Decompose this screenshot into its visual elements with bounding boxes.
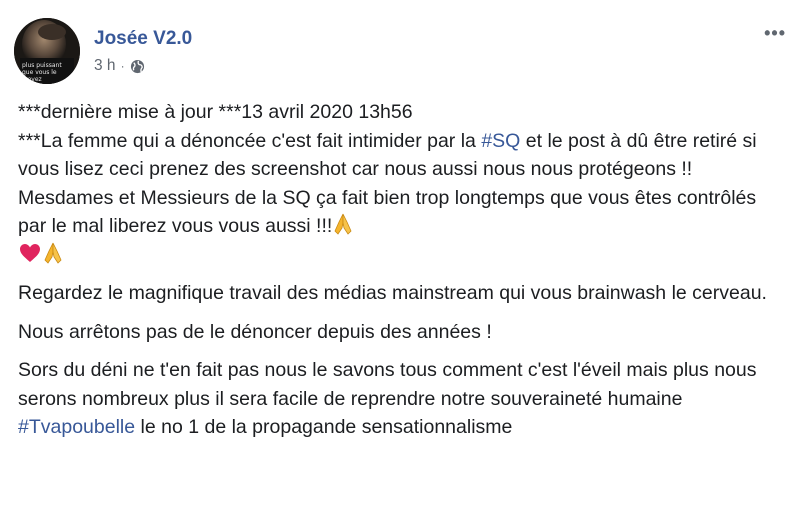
hashtag-sq-link[interactable]: #SQ (481, 130, 520, 152)
hashtag-tvapoubelle-link[interactable]: #Tvapoubelle (18, 416, 135, 438)
post-paragraph: ***dernière mise à jour ***13 avril 2020… (18, 98, 788, 269)
svg-text:plus puissant: plus puissant (22, 62, 62, 69)
post-meta: 3 h · (94, 57, 145, 75)
globe-icon[interactable] (130, 59, 145, 74)
svg-text:croyez: croyez (22, 76, 42, 83)
svg-text:que vous le: que vous le (22, 69, 57, 76)
post-text: ***La femme qui a dénoncée c'est fait in… (18, 129, 482, 152)
post-text: Sors du déni ne t'en fait pas nous le sa… (18, 359, 757, 410)
praying-hands-icon (42, 241, 64, 265)
avatar[interactable]: plus puissant que vous le croyez (14, 18, 80, 84)
red-heart-icon (18, 241, 42, 265)
praying-hands-icon (332, 212, 354, 236)
facebook-post: plus puissant que vous le croyez Josée V… (0, 0, 800, 532)
post-text: le no 1 de la propagande sensationnalism… (135, 416, 513, 438)
post-timestamp[interactable]: 3 h (94, 57, 116, 75)
update-line: ***dernière mise à jour ***13 avril 2020… (18, 101, 413, 123)
post-paragraph: Nous arrêtons pas de le dénoncer depuis … (18, 320, 492, 343)
post-paragraph: Sors du déni ne t'en fait pas nous le sa… (18, 356, 788, 442)
post-paragraph: Regardez le magnifique travail des média… (18, 282, 767, 304)
author-name[interactable]: Josée V2.0 (94, 28, 192, 50)
meta-separator: · (120, 59, 125, 73)
ellipsis-icon[interactable]: ••• (764, 24, 786, 42)
post-body: ***dernière mise à jour ***13 avril 2020… (18, 98, 788, 442)
